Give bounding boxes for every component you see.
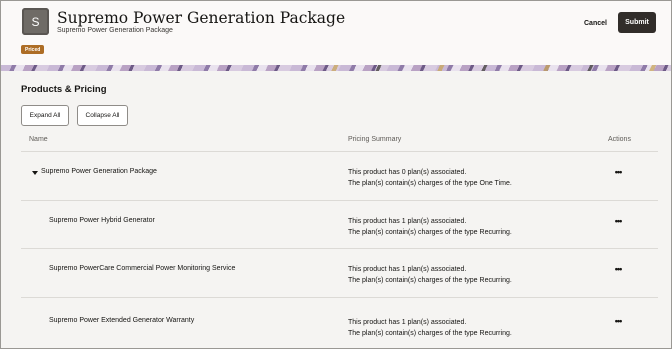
summary-plan-count: This product has 0 plan(s) associated. (348, 169, 467, 176)
row-pricing-summary: This product has 0 plan(s) associated. T… (348, 167, 512, 189)
product-avatar: S (22, 8, 49, 35)
page-header: S Supremo Power Generation Package Supre… (1, 1, 671, 65)
row-pricing-summary: This product has 1 plan(s) associated. T… (348, 317, 512, 339)
summary-plan-count: This product has 1 plan(s) associated. (348, 319, 467, 326)
row-product-name[interactable]: Supremo Power Hybrid Generator (49, 217, 155, 224)
cancel-button[interactable]: Cancel (576, 15, 615, 31)
row-product-name[interactable]: Supremo PowerCare Commercial Power Monit… (49, 265, 235, 272)
table-header-divider (21, 151, 658, 152)
column-header-actions: Actions (608, 136, 631, 143)
row-pricing-summary: This product has 1 plan(s) associated. T… (348, 264, 512, 286)
status-badge: Priced (21, 45, 45, 54)
products-pricing-section: Products & Pricing Expand All Collapse A… (1, 71, 671, 348)
more-horizontal-icon[interactable]: ••• (610, 167, 626, 177)
summary-plan-count: This product has 1 plan(s) associated. (348, 218, 467, 225)
row-pricing-summary: This product has 1 plan(s) associated. T… (348, 216, 512, 238)
status-badge-label: Priced (25, 46, 41, 53)
more-horizontal-icon[interactable]: ••• (610, 216, 626, 226)
row-divider (21, 297, 658, 298)
avatar-letter: S (31, 14, 40, 29)
app-window: S Supremo Power Generation Package Supre… (0, 0, 672, 349)
page-subtitle: Supremo Power Generation Package (57, 27, 173, 34)
collapse-all-button[interactable]: Collapse All (77, 105, 128, 126)
row-product-name[interactable]: Supremo Power Generation Package (41, 168, 157, 175)
summary-charge-type: The plan(s) contain(s) charges of the ty… (348, 180, 512, 187)
page-title: Supremo Power Generation Package (57, 9, 346, 27)
summary-charge-type: The plan(s) contain(s) charges of the ty… (348, 229, 512, 236)
column-header-pricing-summary[interactable]: Pricing Summary (348, 136, 401, 143)
row-divider (21, 248, 658, 249)
expand-caret-icon[interactable] (32, 171, 38, 175)
summary-plan-count: This product has 1 plan(s) associated. (348, 266, 467, 273)
row-divider (21, 200, 658, 201)
more-horizontal-icon[interactable]: ••• (610, 316, 626, 326)
summary-charge-type: The plan(s) contain(s) charges of the ty… (348, 277, 512, 284)
submit-button[interactable]: Submit (618, 12, 656, 33)
column-header-name[interactable]: Name (29, 136, 48, 143)
summary-charge-type: The plan(s) contain(s) charges of the ty… (348, 330, 512, 337)
section-title: Products & Pricing (21, 84, 107, 95)
row-product-name[interactable]: Supremo Power Extended Generator Warrant… (49, 317, 194, 324)
expand-all-button[interactable]: Expand All (21, 105, 69, 126)
more-horizontal-icon[interactable]: ••• (610, 264, 626, 274)
